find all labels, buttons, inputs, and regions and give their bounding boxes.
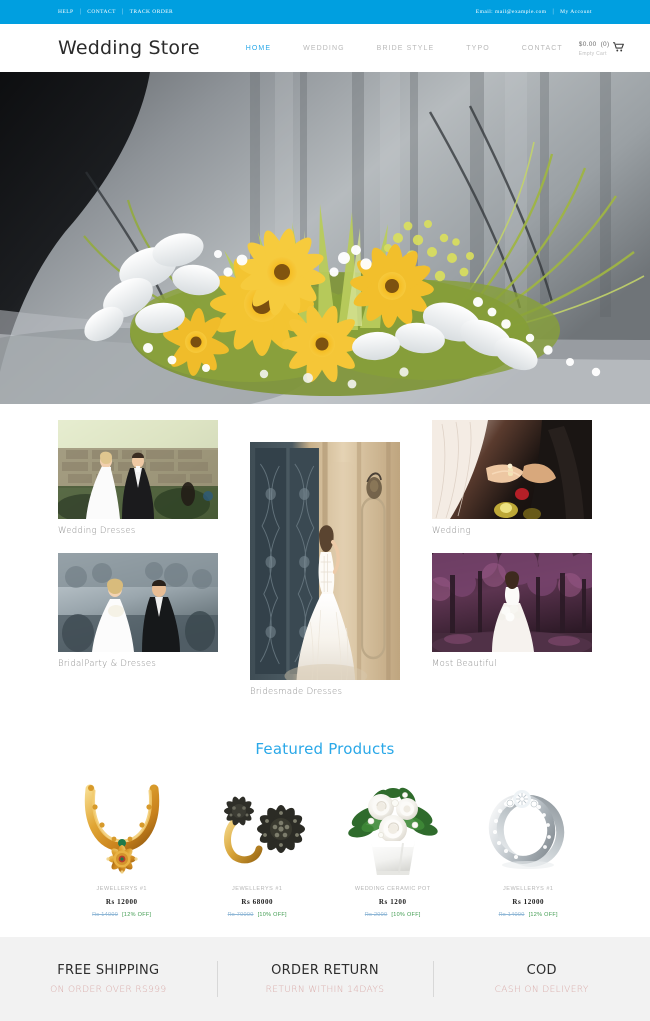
category-label-wedding-dresses: Wedding Dresses — [58, 526, 136, 536]
featured-products-heading: Featured Products — [255, 740, 395, 758]
product-price: Rs 12000 — [105, 898, 138, 906]
footer-title: COD — [526, 963, 557, 978]
top-bar-left-links: HELP | CONTACT | TRACK ORDER — [58, 9, 173, 15]
link-track-order[interactable]: TRACK ORDER — [130, 9, 174, 15]
product-image-diamond-ring[interactable] — [465, 776, 593, 878]
footer-item-free-shipping: FREE SHIPPING ON ORDER OVER RS999 — [0, 963, 217, 995]
category-label-wedding: Wedding — [432, 526, 471, 536]
footer-subtitle: CASH ON DELIVERY — [494, 985, 589, 995]
category-label-bridesmade-dresses: Bridesmade Dresses — [250, 687, 343, 697]
category-column-left: Wedding Dresses BridalParty & Dresses — [58, 420, 218, 714]
product-card[interactable]: JEWELLERYS #1 Rs 12000 Rs 14000 [12% OFF… — [58, 776, 186, 918]
category-column-center: Bridesmade Dresses — [250, 420, 400, 714]
category-showcase: Wedding Dresses BridalParty & Dresses Br… — [0, 404, 650, 714]
separator: | — [552, 9, 555, 15]
cart-summary-row: $0.00 (0) — [578, 39, 625, 52]
cart-widget[interactable]: $0.00 (0) Empty Cart — [579, 39, 629, 57]
site-footer-benefits: FREE SHIPPING ON ORDER OVER RS999 ORDER … — [0, 937, 650, 1021]
main-navigation: HOME WEDDING BRIDE STYLE TYPO CONTACT — [230, 45, 579, 52]
product-card[interactable]: WEDDING CERAMIC POT Rs 1200 Rs 2000 [10%… — [329, 776, 457, 918]
product-price: Rs 68000 — [241, 898, 274, 906]
category-label-bridalparty-dresses: BridalParty & Dresses — [58, 659, 157, 669]
category-card-most-beautiful[interactable]: Most Beautiful — [432, 553, 592, 678]
link-my-account[interactable]: My Account — [560, 9, 592, 15]
nav-item-wedding[interactable]: WEDDING — [287, 45, 361, 52]
footer-item-cod: COD CASH ON DELIVERY — [433, 963, 650, 995]
cart-status-label: Empty Cart — [578, 51, 607, 57]
product-image-gold-necklace[interactable] — [58, 776, 186, 878]
site-header: Wedding Store HOME WEDDING BRIDE STYLE T… — [0, 24, 650, 72]
product-name: JEWELLERYS #1 — [503, 886, 554, 892]
featured-products-grid: JEWELLERYS #1 Rs 12000 Rs 14000 [12% OFF… — [0, 776, 650, 918]
top-bar-right-links: Email: mail@example.com | My Account — [476, 9, 592, 15]
product-old-price: Rs 14000 — [498, 912, 525, 918]
page-root: HELP | CONTACT | TRACK ORDER Email: mail… — [0, 0, 650, 1021]
category-thumb-wedding-dresses[interactable] — [58, 420, 218, 519]
product-card[interactable]: JEWELLERYS #1 Rs 12000 Rs 14000 [12% OFF… — [465, 776, 593, 918]
category-column-right: Wedding Most Beautiful — [432, 420, 592, 714]
product-old-price: Rs 70000 — [227, 912, 254, 918]
category-card-bridesmade-dresses[interactable]: Bridesmade Dresses — [250, 442, 400, 706]
shopping-cart-icon[interactable] — [612, 39, 625, 52]
separator: | — [121, 9, 124, 15]
category-card-wedding-dresses[interactable]: Wedding Dresses — [58, 420, 218, 545]
product-discount-badge: [12% OFF] — [528, 912, 558, 918]
product-image-black-ring-set[interactable] — [194, 776, 322, 878]
footer-subtitle: RETURN WITHIN 14DAYS — [265, 985, 385, 995]
site-logo[interactable]: Wedding Store — [58, 37, 200, 59]
category-card-bridalparty-dresses[interactable]: BridalParty & Dresses — [58, 553, 218, 678]
category-thumb-wedding[interactable] — [432, 420, 592, 519]
footer-subtitle: ON ORDER OVER RS999 — [50, 985, 167, 995]
product-discount-row: Rs 70000 [10% OFF] — [228, 912, 287, 918]
hero-banner-image[interactable] — [0, 72, 650, 404]
product-old-price: Rs 14000 — [92, 912, 119, 918]
product-price: Rs 1200 — [378, 898, 407, 906]
nav-item-home[interactable]: HOME — [230, 45, 287, 52]
nav-item-contact[interactable]: CONTACT — [506, 45, 579, 52]
category-thumb-most-beautiful[interactable] — [432, 553, 592, 652]
product-discount-row: Rs 14000 [12% OFF] — [92, 912, 151, 918]
cart-total-amount: $0.00 — [578, 40, 597, 48]
footer-title: FREE SHIPPING — [57, 963, 160, 978]
email-label: Email: mail@example.com — [475, 9, 547, 15]
product-discount-row: Rs 14000 [12% OFF] — [499, 912, 558, 918]
product-old-price: Rs 2000 — [364, 912, 388, 918]
cart-item-count: (0) — [600, 40, 610, 48]
top-utility-bar: HELP | CONTACT | TRACK ORDER Email: mail… — [0, 0, 650, 24]
product-card[interactable]: JEWELLERYS #1 Rs 68000 Rs 70000 [10% OFF… — [194, 776, 322, 918]
product-discount-badge: [10% OFF] — [257, 912, 287, 918]
footer-item-order-return: ORDER RETURN RETURN WITHIN 14DAYS — [217, 963, 434, 995]
category-thumb-bridalparty-dresses[interactable] — [58, 553, 218, 652]
category-card-wedding[interactable]: Wedding — [432, 420, 592, 545]
link-help[interactable]: HELP — [58, 9, 74, 15]
link-contact[interactable]: CONTACT — [87, 9, 116, 15]
product-name: JEWELLERYS #1 — [232, 886, 283, 892]
product-name: WEDDING CERAMIC POT — [354, 886, 431, 892]
product-discount-row: Rs 2000 [10% OFF] — [365, 912, 421, 918]
nav-item-bride-style[interactable]: BRIDE STYLE — [361, 45, 451, 52]
product-name: JEWELLERYS #1 — [96, 886, 147, 892]
category-label-most-beautiful: Most Beautiful — [432, 659, 498, 669]
product-discount-badge: [12% OFF] — [122, 912, 152, 918]
footer-title: ORDER RETURN — [271, 963, 379, 978]
category-thumb-bridesmade-dresses[interactable] — [250, 442, 400, 680]
separator: | — [79, 9, 82, 15]
product-price: Rs 12000 — [512, 898, 545, 906]
product-image-white-rose-pot[interactable] — [329, 776, 457, 878]
nav-item-typo[interactable]: TYPO — [450, 45, 505, 52]
category-grid: Wedding Dresses BridalParty & Dresses Br… — [58, 420, 592, 714]
product-discount-badge: [10% OFF] — [391, 912, 421, 918]
